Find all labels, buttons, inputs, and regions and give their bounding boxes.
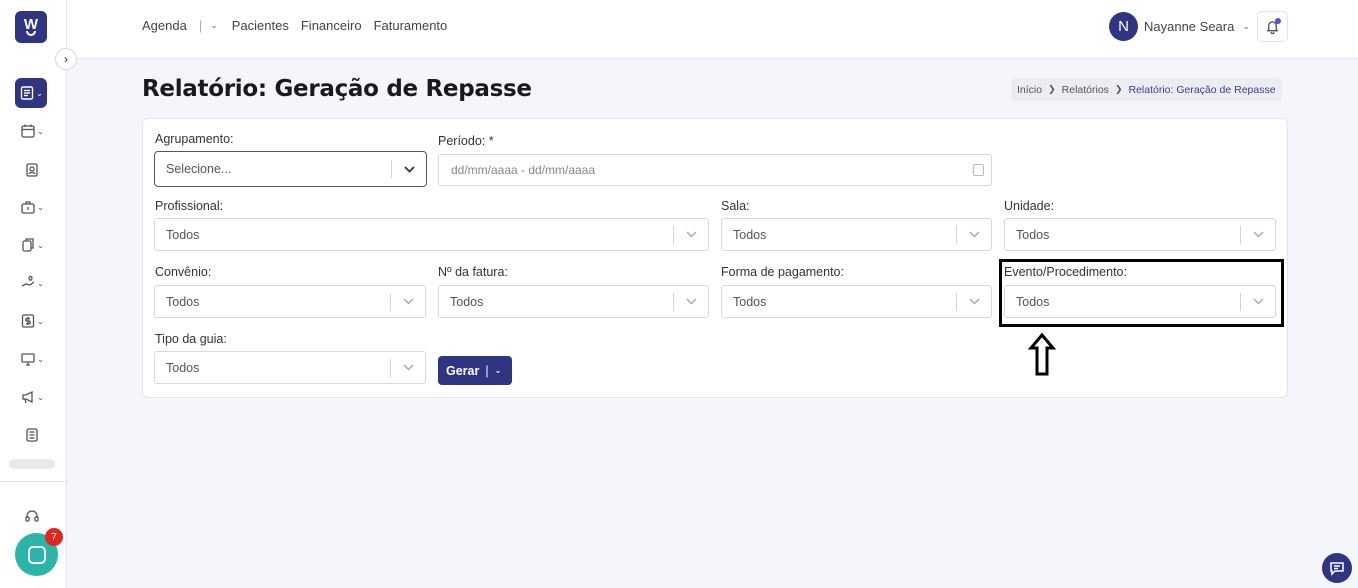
logo-smile <box>26 31 36 36</box>
filter-card: Agrupamento: Selecione... Período: * dd/… <box>142 118 1288 398</box>
chat-badge: 7 <box>45 528 63 546</box>
periodo-date-range-input[interactable]: dd/mm/aaaa - dd/mm/aaaa <box>438 154 992 186</box>
chevron-down-icon <box>674 231 708 238</box>
notifications-button[interactable] <box>1257 11 1288 42</box>
chevron-down-icon <box>957 231 991 238</box>
chevron-down-icon[interactable]: ⌄ <box>495 366 502 375</box>
gerar-button[interactable]: Gerar | ⌄ <box>438 356 512 385</box>
nav-faturamento[interactable]: Faturamento <box>374 18 448 33</box>
sidebar-item-support[interactable] <box>15 502 49 530</box>
convenio-select[interactable]: Todos <box>154 285 426 318</box>
profissional-select[interactable]: Todos <box>154 218 709 251</box>
user-name: Nayanne Seara <box>1144 19 1235 34</box>
forma-pagamento-select[interactable]: Todos <box>721 285 992 318</box>
topbar: Agenda | ⌄ Pacientes Financeiro Faturame… <box>67 0 1358 59</box>
sala-select[interactable]: Todos <box>721 218 992 251</box>
sidebar: W ⌄ ⌄ ⌄ ⌄ ⌄ ⌄ ⌄ ⌄ 7 <box>0 0 67 588</box>
chevron-down-icon: ⌄ <box>1242 21 1250 31</box>
sidebar-item-business[interactable]: ⌄ <box>15 193 49 221</box>
chevron-right-icon: › <box>64 52 68 66</box>
help-chat-button[interactable] <box>1322 553 1352 583</box>
chevron-right-icon: ❯ <box>1114 84 1123 94</box>
top-navigation: Agenda | ⌄ Pacientes Financeiro Faturame… <box>142 18 459 33</box>
sidebar-item-monitor[interactable]: ⌄ <box>15 345 49 373</box>
monitor-icon <box>21 353 35 366</box>
sidebar-item-news[interactable] <box>15 421 49 449</box>
sidebar-item-calendar[interactable]: ⌄ <box>15 117 49 145</box>
chevron-down-icon[interactable]: ⌄ <box>210 20 218 31</box>
profissional-label: Profissional: <box>155 199 224 213</box>
sidebar-scrollbar[interactable] <box>9 459 55 469</box>
breadcrumb-reports[interactable]: Relatórios <box>1062 84 1109 96</box>
headset-icon <box>25 510 39 522</box>
chevron-right-icon: ❯ <box>1048 84 1056 94</box>
user-menu[interactable]: N Nayanne Seara ⌄ <box>1109 12 1250 41</box>
sala-label: Sala: <box>721 199 750 213</box>
app-logo[interactable]: W <box>15 11 47 43</box>
nav-pacientes[interactable]: Pacientes <box>232 18 289 33</box>
agrupamento-select[interactable]: Selecione... <box>154 151 427 187</box>
newspaper-icon <box>26 428 38 442</box>
document-list-icon <box>20 86 34 100</box>
briefcase-icon <box>21 201 35 214</box>
id-badge-icon <box>26 163 38 177</box>
sidebar-item-patients[interactable] <box>15 156 49 184</box>
sidebar-item-documents[interactable]: ⌄ <box>15 231 49 259</box>
annotation-up-arrow-icon <box>1028 332 1056 376</box>
tipo-guia-label: Tipo da guia: <box>155 332 227 346</box>
annotation-highlight-box <box>999 259 1284 327</box>
nav-separator: | <box>198 18 203 33</box>
chevron-down-icon <box>1241 231 1275 238</box>
hand-heart-icon <box>21 275 35 287</box>
fatura-select[interactable]: Todos <box>438 285 709 318</box>
unidade-label: Unidade: <box>1004 199 1055 213</box>
chevron-down-icon <box>391 364 425 371</box>
message-icon <box>1330 562 1344 576</box>
breadcrumb: Início ❯ Relatórios ❯ Relatório: Geração… <box>1011 78 1282 101</box>
calendar-icon <box>21 124 35 138</box>
dollar-icon <box>21 314 35 328</box>
megaphone-icon <box>22 390 33 404</box>
sidebar-divider <box>0 481 66 482</box>
breadcrumb-current: Relatório: Geração de Repasse <box>1128 83 1276 96</box>
chevron-down-icon <box>392 165 426 173</box>
sidebar-item-financial[interactable]: ⌄ <box>15 307 49 335</box>
forma-pagamento-label: Forma de pagamento: <box>721 265 844 279</box>
convenio-label: Convênio: <box>155 265 212 279</box>
sidebar-toggle-button[interactable]: › <box>55 48 77 70</box>
chevron-down-icon <box>674 298 708 305</box>
unidade-select[interactable]: Todos <box>1004 218 1276 251</box>
avatar: N <box>1109 12 1138 41</box>
breadcrumb-home[interactable]: Início <box>1017 84 1042 96</box>
notification-dot <box>1275 18 1281 24</box>
files-icon <box>22 238 34 252</box>
nav-financeiro[interactable]: Financeiro <box>301 18 362 33</box>
fatura-label: Nº da fatura: <box>438 265 508 279</box>
chevron-down-icon <box>957 298 991 305</box>
page-title: Relatório: Geração de Repasse <box>142 76 532 102</box>
sidebar-item-reports[interactable]: ⌄ <box>15 78 47 108</box>
calendar-icon[interactable] <box>973 164 984 176</box>
chat-icon <box>27 545 46 564</box>
chevron-down-icon <box>391 298 425 305</box>
tipo-guia-select[interactable]: Todos <box>154 351 426 384</box>
sidebar-item-care[interactable]: ⌄ <box>15 269 49 297</box>
agrupamento-label: Agrupamento: <box>155 132 234 146</box>
periodo-label: Período: * <box>438 134 494 148</box>
sidebar-item-marketing[interactable]: ⌄ <box>15 383 49 411</box>
nav-agenda[interactable]: Agenda <box>142 18 187 33</box>
